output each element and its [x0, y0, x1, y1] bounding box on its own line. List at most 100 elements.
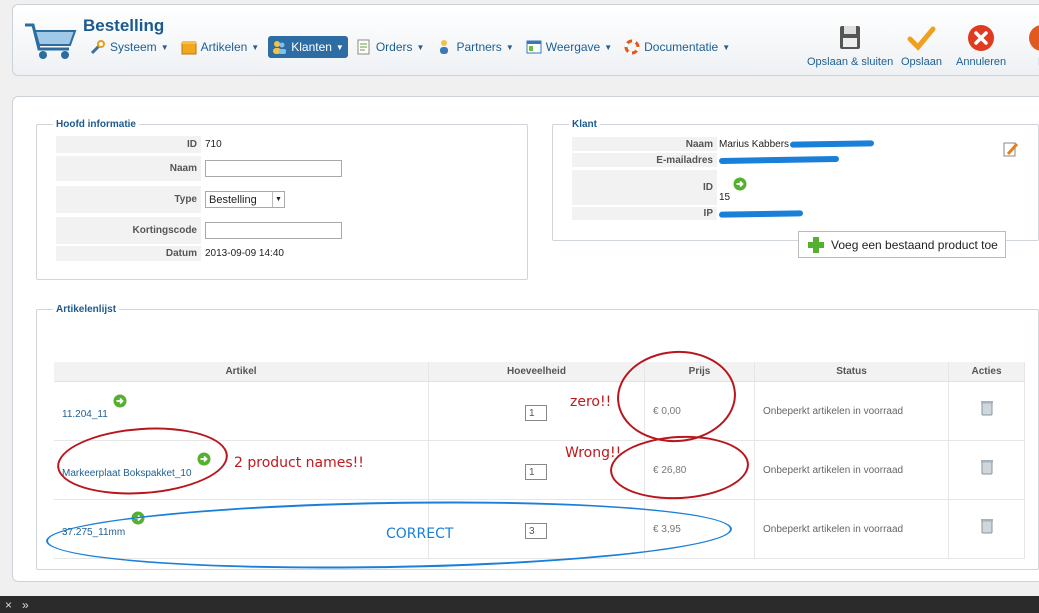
- hoofd-informatie-legend: Hoofd informatie: [56, 119, 136, 130]
- add-existing-product-label: Voeg een bestaand product toe: [831, 237, 998, 252]
- cancel-label: Annuleren: [956, 56, 1007, 68]
- type-select-value: Bestelling: [209, 193, 257, 206]
- cancel-button[interactable]: Annuleren: [956, 23, 1006, 68]
- bottom-bar: × »: [0, 596, 1039, 613]
- annotation-correct-text: CORRECT: [386, 526, 454, 542]
- menu-documentatie[interactable]: Documentatie ▼: [621, 36, 734, 58]
- cancel-icon: [968, 25, 995, 51]
- klant-id-value: 15: [719, 192, 731, 203]
- add-existing-product-button[interactable]: Voeg een bestaand product toe: [798, 231, 1006, 258]
- close-icon[interactable]: ×: [5, 598, 12, 612]
- col-artikel[interactable]: Artikel: [54, 362, 429, 381]
- redaction-scribble: [718, 209, 804, 218]
- quantity-input[interactable]: 3: [525, 523, 547, 539]
- chevron-down-icon: ▼: [604, 42, 613, 52]
- row-kortingscode: Kortingscode: [56, 217, 527, 244]
- chevron-down-icon: ▼: [416, 42, 425, 52]
- klant-row-id: ID 15: [572, 170, 1030, 205]
- menu-partners-label: Partners: [456, 40, 502, 54]
- klant-email-label: E-mailadres: [572, 153, 717, 167]
- row-naam: Naam: [56, 156, 527, 181]
- col-status[interactable]: Status: [755, 362, 949, 381]
- menu-artikelen[interactable]: Artikelen ▼: [178, 36, 264, 58]
- articles-table: Artikel Hoeveelheid Prijs Status Acties …: [54, 362, 1025, 559]
- menu-orders-label: Orders: [375, 40, 413, 54]
- artikelenlijst-legend: Artikelenlijst: [56, 304, 117, 315]
- klant-naam-label: Naam: [572, 137, 717, 151]
- chevron-down-icon: ▼: [722, 42, 731, 52]
- menu-weergave[interactable]: Weergave ▼: [523, 36, 616, 58]
- row-id: ID 710: [56, 136, 527, 153]
- price-value: € 3,95: [653, 523, 681, 535]
- quantity-input[interactable]: 1: [525, 405, 547, 421]
- menu-klanten-label: Klanten: [291, 40, 332, 54]
- price-value: € 0,00: [653, 405, 681, 417]
- table-header: Artikel Hoeveelheid Prijs Status Acties: [54, 362, 1025, 382]
- article-link[interactable]: Markeerplaat Bokspakket_10: [62, 468, 192, 479]
- menu-orders[interactable]: Orders ▼: [353, 36, 429, 58]
- page-title: Bestelling: [83, 16, 165, 35]
- col-hoeveelheid[interactable]: Hoeveelheid: [429, 362, 645, 381]
- kortingscode-label: Kortingscode: [56, 217, 201, 244]
- trash-icon[interactable]: [980, 518, 994, 534]
- go-arrow-icon[interactable]: [197, 452, 211, 466]
- trash-icon[interactable]: [980, 400, 994, 416]
- menu-systeem[interactable]: Systeem ▼: [87, 36, 173, 58]
- trash-icon[interactable]: [980, 459, 994, 475]
- tools-icon: [90, 40, 105, 55]
- help-icon: [1029, 25, 1039, 51]
- kortingscode-input[interactable]: [205, 222, 342, 239]
- table-row: 11.204_11 1 € 0,00 Onbeperkt artikelen i…: [54, 382, 1025, 441]
- save-button[interactable]: Opslaan: [901, 23, 942, 68]
- help-button[interactable]: H: [1027, 23, 1039, 68]
- menu-artikelen-label: Artikelen: [200, 40, 248, 54]
- stock-status: Onbeperkt artikelen in voorraad: [763, 405, 904, 417]
- naam-label: Naam: [56, 156, 201, 181]
- type-select[interactable]: Bestelling ▼: [205, 191, 285, 208]
- checkmark-icon: [907, 26, 936, 51]
- add-plus-icon: [808, 236, 824, 253]
- menu-klanten[interactable]: Klanten ▼: [268, 36, 348, 58]
- stock-status: Onbeperkt artikelen in voorraad: [763, 523, 904, 535]
- klant-ip-label: IP: [572, 207, 717, 220]
- expand-icon[interactable]: »: [22, 598, 29, 612]
- box-icon: [181, 41, 197, 55]
- datum-value: 2013-09-09 14:40: [205, 248, 284, 259]
- users-icon: [273, 41, 287, 54]
- id-value: 710: [205, 139, 222, 150]
- klant-legend: Klant: [572, 119, 597, 130]
- klant-naam-value: Marius Kabbers: [719, 138, 790, 150]
- row-datum: Datum 2013-09-09 14:40: [56, 246, 527, 261]
- shopping-cart-icon: [25, 23, 77, 59]
- col-prijs[interactable]: Prijs: [645, 362, 755, 381]
- display-icon: [526, 40, 542, 54]
- article-link[interactable]: 37.275_11mm: [62, 527, 125, 538]
- go-arrow-icon[interactable]: [113, 394, 127, 408]
- table-row: 37.275_11mm 3 € 3,95 Onbeperkt artikelen…: [54, 500, 1025, 559]
- save-close-label: Opslaan & sluiten: [807, 56, 894, 68]
- type-label: Type: [56, 186, 201, 213]
- chevron-down-icon: ▼: [272, 192, 284, 207]
- klant-row-ip: IP: [572, 207, 1030, 220]
- menu-systeem-label: Systeem: [110, 40, 157, 54]
- chevron-down-icon: ▼: [335, 42, 344, 52]
- save-close-button[interactable]: Opslaan & sluiten: [807, 23, 893, 68]
- chevron-down-icon: ▼: [505, 42, 514, 52]
- orders-icon: [357, 39, 370, 55]
- klant-row-email: E-mailadres: [572, 153, 1030, 167]
- go-arrow-icon[interactable]: [131, 511, 145, 525]
- col-acties[interactable]: Acties: [949, 362, 1025, 381]
- save-label: Opslaan: [901, 56, 942, 68]
- price-value: € 26,80: [653, 464, 687, 476]
- naam-input[interactable]: [205, 160, 342, 177]
- floppy-disk-icon: [840, 26, 861, 49]
- toolbar: Bestelling Systeem ▼ Artikelen ▼ Klanten ▼ …: [12, 4, 1039, 76]
- quantity-input[interactable]: 1: [525, 464, 547, 480]
- klant-row-naam: Naam Marius Kabbers: [572, 137, 1030, 151]
- article-link[interactable]: 11.204_11: [62, 409, 108, 420]
- menu-partners[interactable]: Partners ▼: [433, 36, 517, 58]
- menu-documentatie-label: Documentatie: [644, 40, 719, 54]
- edit-icon[interactable]: [1003, 141, 1019, 157]
- go-arrow-icon[interactable]: [733, 177, 747, 191]
- annotation-names-text: 2 product names!!: [234, 455, 364, 471]
